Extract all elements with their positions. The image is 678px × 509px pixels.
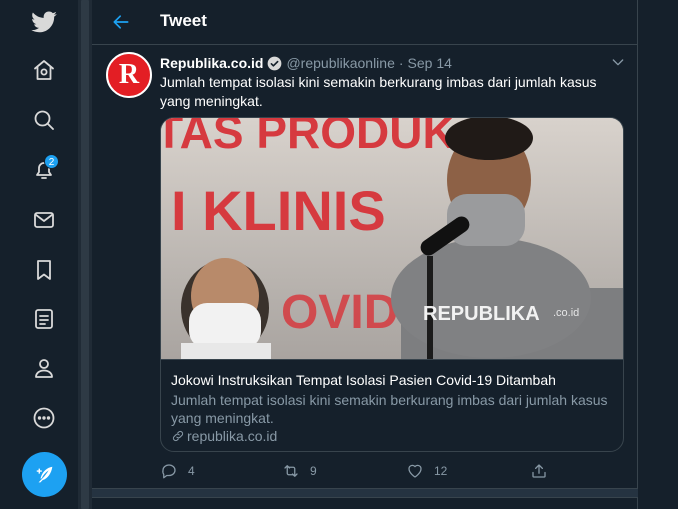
search-icon[interactable] [22, 98, 66, 142]
image-watermark-suffix: .co.id [553, 307, 579, 319]
compose-tweet-button[interactable] [22, 452, 67, 497]
heart-icon [408, 464, 422, 478]
compose-tweet-icon [36, 466, 52, 482]
notifications-icon[interactable]: 2 [22, 148, 66, 192]
share-icon [532, 464, 546, 478]
author-name[interactable]: Republika.co.id [160, 55, 263, 71]
section-divider [92, 488, 638, 498]
scrollbar[interactable] [81, 0, 89, 509]
retweet-count: 9 [310, 464, 317, 478]
link-icon [172, 430, 184, 442]
meta-separator: · [398, 55, 404, 71]
card-title: Jokowi Instruksikan Tempat Isolasi Pasie… [171, 372, 556, 388]
tweet-options-button[interactable] [610, 54, 626, 70]
avatar[interactable]: R [106, 52, 152, 98]
share-button[interactable] [530, 460, 558, 482]
lists-icon[interactable] [22, 297, 66, 341]
twitter-bird-icon[interactable] [22, 0, 66, 44]
banner-text-2: I KLINIS [171, 179, 386, 242]
page-title: Tweet [160, 11, 207, 30]
left-navigation: 2 [0, 0, 78, 509]
avatar-letter: R [118, 59, 140, 90]
tweet-author: Republika.co.id @republikaonline · Sep 1… [160, 55, 452, 71]
card-photo: TAS PRODUK I KLINIS OVID REPUBLIKA .co.i… [161, 118, 623, 359]
bookmarks-icon[interactable] [22, 248, 66, 292]
tweet-text: Jumlah tempat isolasi kini semakin berku… [160, 74, 597, 109]
card-body: Jokowi Instruksikan Tempat Isolasi Pasie… [161, 359, 623, 451]
profile-icon[interactable] [22, 346, 66, 390]
reply-button[interactable]: 4 [160, 460, 195, 482]
chevron-down-icon [612, 59, 624, 66]
card-domain: republika.co.id [171, 428, 277, 444]
banner-text-1: TAS PRODUK [161, 118, 456, 158]
like-button[interactable]: 12 [406, 460, 447, 482]
messages-icon[interactable] [22, 198, 66, 242]
verified-badge-icon [268, 56, 282, 70]
tweet-date[interactable]: Sep 14 [408, 55, 452, 71]
back-button[interactable] [106, 8, 136, 36]
banner-text-3: OVID [281, 286, 398, 339]
page-header: Tweet [92, 0, 638, 45]
main-column: Tweet R Republika.co.id @republikaonline… [92, 0, 638, 509]
more-icon[interactable] [22, 396, 66, 440]
author-handle[interactable]: @republikaonline [286, 55, 394, 71]
home-icon[interactable] [22, 48, 66, 92]
retweet-icon [284, 465, 298, 477]
image-watermark: REPUBLIKA [423, 303, 540, 325]
like-count: 12 [434, 464, 448, 478]
retweet-button[interactable]: 9 [282, 460, 317, 482]
back-arrow-icon [113, 15, 129, 29]
card-image: TAS PRODUK I KLINIS OVID REPUBLIKA .co.i… [161, 118, 623, 359]
tweet-actions: 4 9 12 [160, 460, 630, 482]
card-domain-text: republika.co.id [187, 428, 278, 444]
reply-icon [162, 464, 176, 479]
card-description: Jumlah tempat isolasi kini semakin berku… [171, 392, 608, 426]
notifications-badge: 2 [44, 154, 59, 169]
link-card[interactable]: TAS PRODUK I KLINIS OVID REPUBLIKA .co.i… [160, 117, 624, 452]
reply-count: 4 [188, 464, 195, 478]
